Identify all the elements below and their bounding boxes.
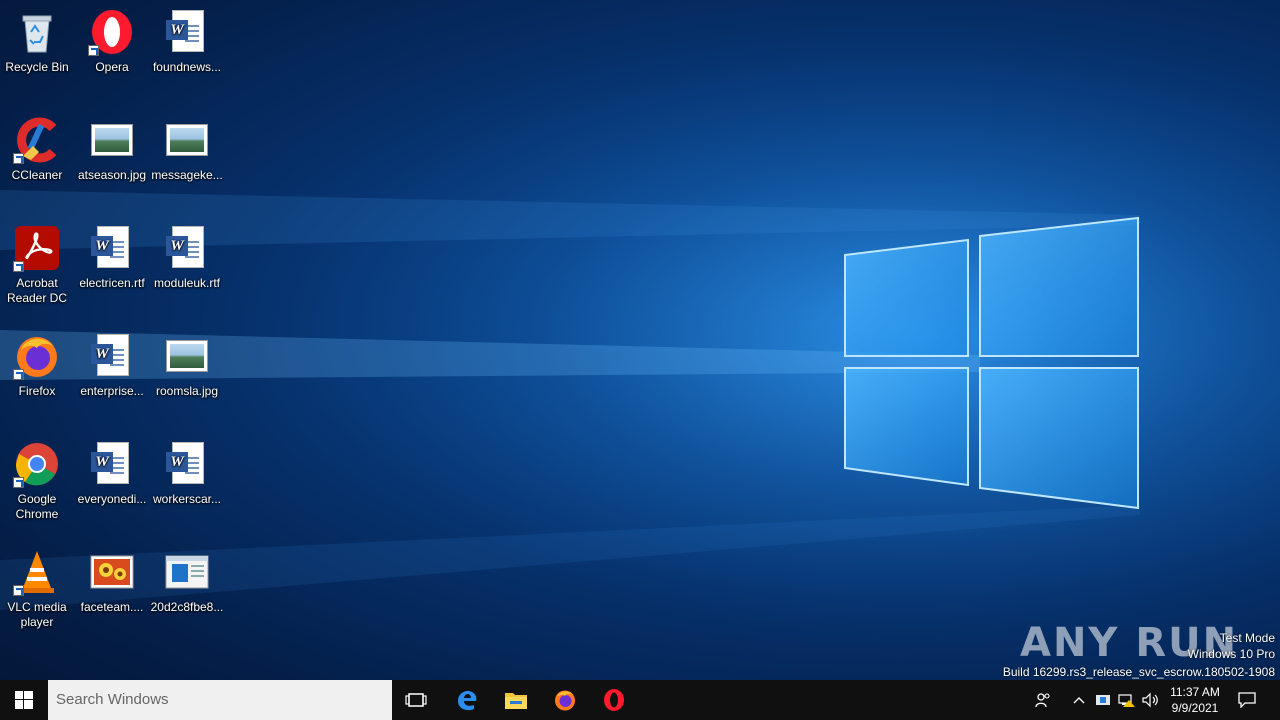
shortcut-arrow-icon bbox=[13, 369, 24, 380]
desktop-icon-label: 20d2c8fbe8... bbox=[150, 600, 224, 614]
clock-date: 9/9/2021 bbox=[1171, 701, 1219, 715]
desktop-icon-vlc[interactable]: VLC media player bbox=[0, 542, 74, 630]
desktop-icon-chrome[interactable]: Google Chrome bbox=[0, 434, 74, 522]
desktop-icon-label: Firefox bbox=[18, 384, 56, 398]
desktop-icon-label: foundnews... bbox=[152, 60, 222, 74]
desktop-icon-label: faceteam.... bbox=[80, 600, 144, 614]
desktop-icon-faceteam[interactable]: faceteam.... bbox=[75, 542, 149, 615]
desktop-icon-enterprise[interactable]: W enterprise... bbox=[75, 326, 149, 399]
image-file-icon bbox=[88, 116, 136, 164]
shortcut-arrow-icon bbox=[13, 585, 24, 596]
desktop-icon-label: everyonedi... bbox=[77, 492, 147, 506]
shortcut-arrow-icon bbox=[88, 45, 99, 56]
file-explorer-icon bbox=[505, 693, 527, 709]
tray-app-icon bbox=[1096, 695, 1110, 705]
desktop-icon-ccleaner[interactable]: CCleaner bbox=[0, 110, 74, 183]
chevron-up-icon bbox=[1073, 697, 1085, 704]
desktop-icon-roomsla[interactable]: roomsla.jpg bbox=[150, 326, 224, 399]
desktop-icon-label: Recycle Bin bbox=[5, 60, 69, 74]
desktop-icon-label: CCleaner bbox=[11, 168, 63, 182]
image-file-icon bbox=[163, 332, 211, 380]
edge-icon bbox=[458, 691, 477, 711]
desktop-icon-everyonedi[interactable]: W everyonedi... bbox=[75, 434, 149, 507]
build-text: Build 16299.rs3_release_svc_escrow.18050… bbox=[1002, 665, 1275, 679]
desktop-icon-recycle-bin[interactable]: Recycle Bin bbox=[0, 2, 74, 75]
desktop-icon-20d2c8fbe8[interactable]: 20d2c8fbe8... bbox=[150, 542, 224, 615]
search-box[interactable]: Search Windows bbox=[48, 680, 392, 720]
network-button[interactable] bbox=[1116, 680, 1138, 720]
notification-icon bbox=[1238, 692, 1256, 708]
desktop-icon-moduleuk[interactable]: W moduleuk.rtf bbox=[150, 218, 224, 291]
recycle-bin-icon bbox=[13, 8, 61, 56]
desktop-icon-electricen[interactable]: W electricen.rtf bbox=[75, 218, 149, 291]
network-warning-icon bbox=[1118, 694, 1135, 707]
firefox-icon bbox=[13, 332, 61, 380]
volume-button[interactable] bbox=[1140, 680, 1162, 720]
desktop-icon-label: Acrobat Reader DC bbox=[6, 276, 68, 305]
task-view-button[interactable] bbox=[392, 680, 440, 720]
acrobat-icon bbox=[13, 224, 61, 272]
clock[interactable]: 11:37 AM 9/9/2021 bbox=[1164, 680, 1226, 720]
desktop-icon-label: moduleuk.rtf bbox=[153, 276, 221, 290]
volume-icon bbox=[1142, 692, 1158, 708]
action-center-button[interactable] bbox=[1228, 680, 1266, 720]
taskbar: Search Windows 11:37 AM 9/9/2021 bbox=[0, 680, 1280, 720]
people-icon bbox=[1035, 693, 1050, 708]
search-placeholder: Search Windows bbox=[56, 691, 169, 708]
firefox-icon bbox=[555, 690, 575, 711]
desktop-icon-label: roomsla.jpg bbox=[155, 384, 219, 398]
word-document-icon: W bbox=[163, 440, 211, 488]
windows-edition-text: Windows 10 Pro bbox=[1187, 647, 1275, 661]
word-document-icon: W bbox=[88, 440, 136, 488]
desktop-icon-workerscar[interactable]: W workerscar... bbox=[150, 434, 224, 507]
desktop-icon-label: atseason.jpg bbox=[77, 168, 147, 182]
desktop-icon-label: enterprise... bbox=[80, 384, 144, 398]
desktop-icon-label: Google Chrome bbox=[15, 492, 59, 521]
image-file-icon bbox=[163, 116, 211, 164]
image-flower-icon bbox=[88, 548, 136, 596]
opera-icon bbox=[88, 8, 136, 56]
test-mode-text: Test Mode bbox=[1219, 631, 1275, 645]
desktop-icon-label: workerscar... bbox=[152, 492, 221, 506]
desktop-icon-label: messageke... bbox=[151, 168, 223, 182]
task-view-icon bbox=[405, 693, 427, 707]
shortcut-arrow-icon bbox=[13, 477, 24, 488]
taskbar-opera[interactable] bbox=[590, 680, 638, 720]
word-document-icon: W bbox=[163, 224, 211, 272]
chrome-icon bbox=[13, 440, 61, 488]
taskbar-firefox[interactable] bbox=[541, 680, 589, 720]
shortcut-arrow-icon bbox=[13, 261, 24, 272]
desktop-icon-label: VLC media player bbox=[7, 600, 67, 629]
executable-file-icon bbox=[163, 548, 211, 596]
desktop-icon-foundnews[interactable]: W foundnews... bbox=[150, 2, 224, 75]
watermark: ANY RUN Test Mode Windows 10 Pro Build 1… bbox=[980, 620, 1280, 680]
ccleaner-icon bbox=[13, 116, 61, 164]
desktop-icon-label: electricen.rtf bbox=[79, 276, 145, 290]
desktop-icon-atseason[interactable]: atseason.jpg bbox=[75, 110, 149, 183]
word-document-icon: W bbox=[88, 224, 136, 272]
tray-app-button[interactable] bbox=[1092, 680, 1114, 720]
desktop: Recycle Bin CCleaner Acrobat Reader DC F… bbox=[0, 0, 1280, 680]
start-button[interactable] bbox=[0, 680, 48, 720]
taskbar-file-explorer[interactable] bbox=[492, 680, 540, 720]
taskbar-edge[interactable] bbox=[443, 680, 491, 720]
shortcut-arrow-icon bbox=[13, 153, 24, 164]
show-hidden-icons-button[interactable] bbox=[1068, 680, 1090, 720]
word-document-icon: W bbox=[88, 332, 136, 380]
vlc-icon bbox=[13, 548, 61, 596]
desktop-icon-opera[interactable]: Opera bbox=[75, 2, 149, 75]
desktop-icon-firefox[interactable]: Firefox bbox=[0, 326, 74, 399]
word-document-icon: W bbox=[163, 8, 211, 56]
people-button[interactable] bbox=[1030, 680, 1056, 720]
clock-time: 11:37 AM bbox=[1170, 685, 1220, 699]
desktop-icon-messageke[interactable]: messageke... bbox=[150, 110, 224, 183]
desktop-icon-acrobat[interactable]: Acrobat Reader DC bbox=[0, 218, 74, 306]
windows-logo-icon bbox=[15, 691, 33, 709]
desktop-icon-label: Opera bbox=[95, 60, 129, 74]
opera-icon bbox=[604, 689, 624, 711]
